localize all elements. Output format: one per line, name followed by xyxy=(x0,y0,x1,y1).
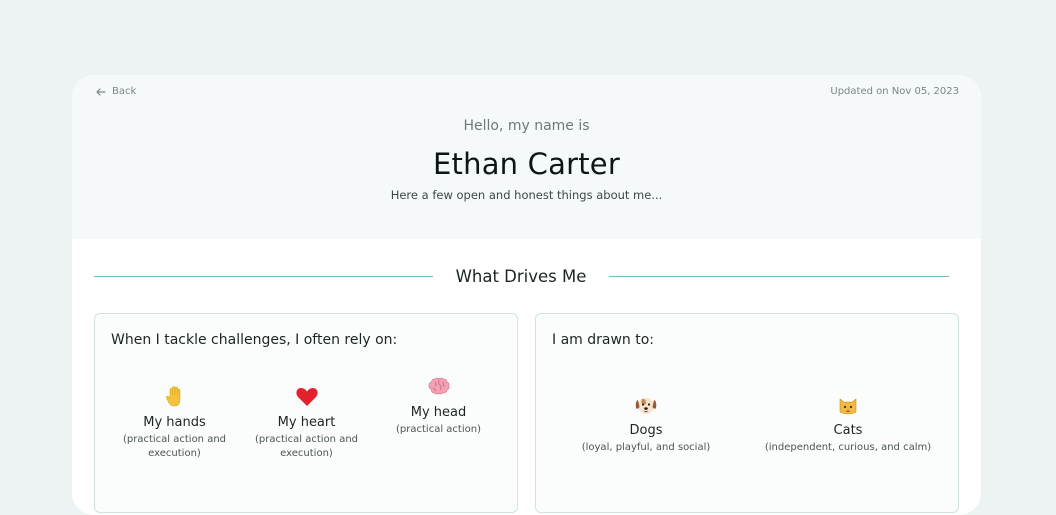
option-description-line: execution) xyxy=(280,448,333,459)
section-divider-right xyxy=(609,276,949,277)
drawn-to-panel: I am drawn to: Dogs (loyal, playful, and… xyxy=(535,313,959,513)
profile-card: Back Updated on Nov 05, 2023 Hello, my n… xyxy=(72,75,981,515)
section-divider-left xyxy=(94,276,433,277)
profile-hero: Back Updated on Nov 05, 2023 Hello, my n… xyxy=(72,75,981,239)
option-cats[interactable]: Cats (independent, curious, and calm) xyxy=(758,392,938,455)
option-description-line: (practical action) xyxy=(396,424,481,435)
option-label: My head xyxy=(410,405,467,420)
raised-hand-icon xyxy=(162,384,188,410)
updated-timestamp: Updated on Nov 05, 2023 xyxy=(830,86,959,97)
option-my-hands[interactable]: My hands (practical action and execution… xyxy=(117,384,232,461)
profile-name: Ethan Carter xyxy=(433,147,620,181)
option-description-line: execution) xyxy=(148,448,201,459)
option-label: My heart xyxy=(277,415,336,430)
option-label: Cats xyxy=(833,423,863,438)
red-heart-icon xyxy=(294,384,320,410)
option-description: (loyal, playful, and social) xyxy=(581,442,711,453)
back-link[interactable]: Back xyxy=(96,86,136,97)
option-description-line: (practical action and xyxy=(254,434,359,445)
section-title: What Drives Me xyxy=(455,267,587,286)
challenges-title: When I tackle challenges, I often rely o… xyxy=(111,332,398,348)
option-dogs[interactable]: Dogs (loyal, playful, and social) xyxy=(571,392,721,455)
dog-face-icon xyxy=(633,392,659,418)
drawn-to-title: I am drawn to: xyxy=(552,332,655,348)
greeting-text: Hello, my name is xyxy=(463,118,590,134)
arrow-left-icon xyxy=(96,87,106,96)
cat-face-icon xyxy=(835,392,861,418)
option-description: (practical action and execution) xyxy=(117,433,232,461)
back-label: Back xyxy=(112,86,137,97)
option-description-line: (practical action and xyxy=(122,434,227,445)
option-label: My hands xyxy=(143,415,206,430)
brain-icon xyxy=(426,374,452,400)
option-description: (practical action and execution) xyxy=(249,433,364,461)
challenges-panel: When I tackle challenges, I often rely o… xyxy=(94,313,518,513)
option-description: (practical action) xyxy=(381,423,496,437)
option-my-head[interactable]: My head (practical action) xyxy=(381,374,496,437)
option-label: Dogs xyxy=(629,423,663,438)
profile-tagline: Here a few open and honest things about … xyxy=(390,188,663,202)
option-my-heart[interactable]: My heart (practical action and execution… xyxy=(249,384,364,461)
option-description: (independent, curious, and calm) xyxy=(764,442,932,453)
